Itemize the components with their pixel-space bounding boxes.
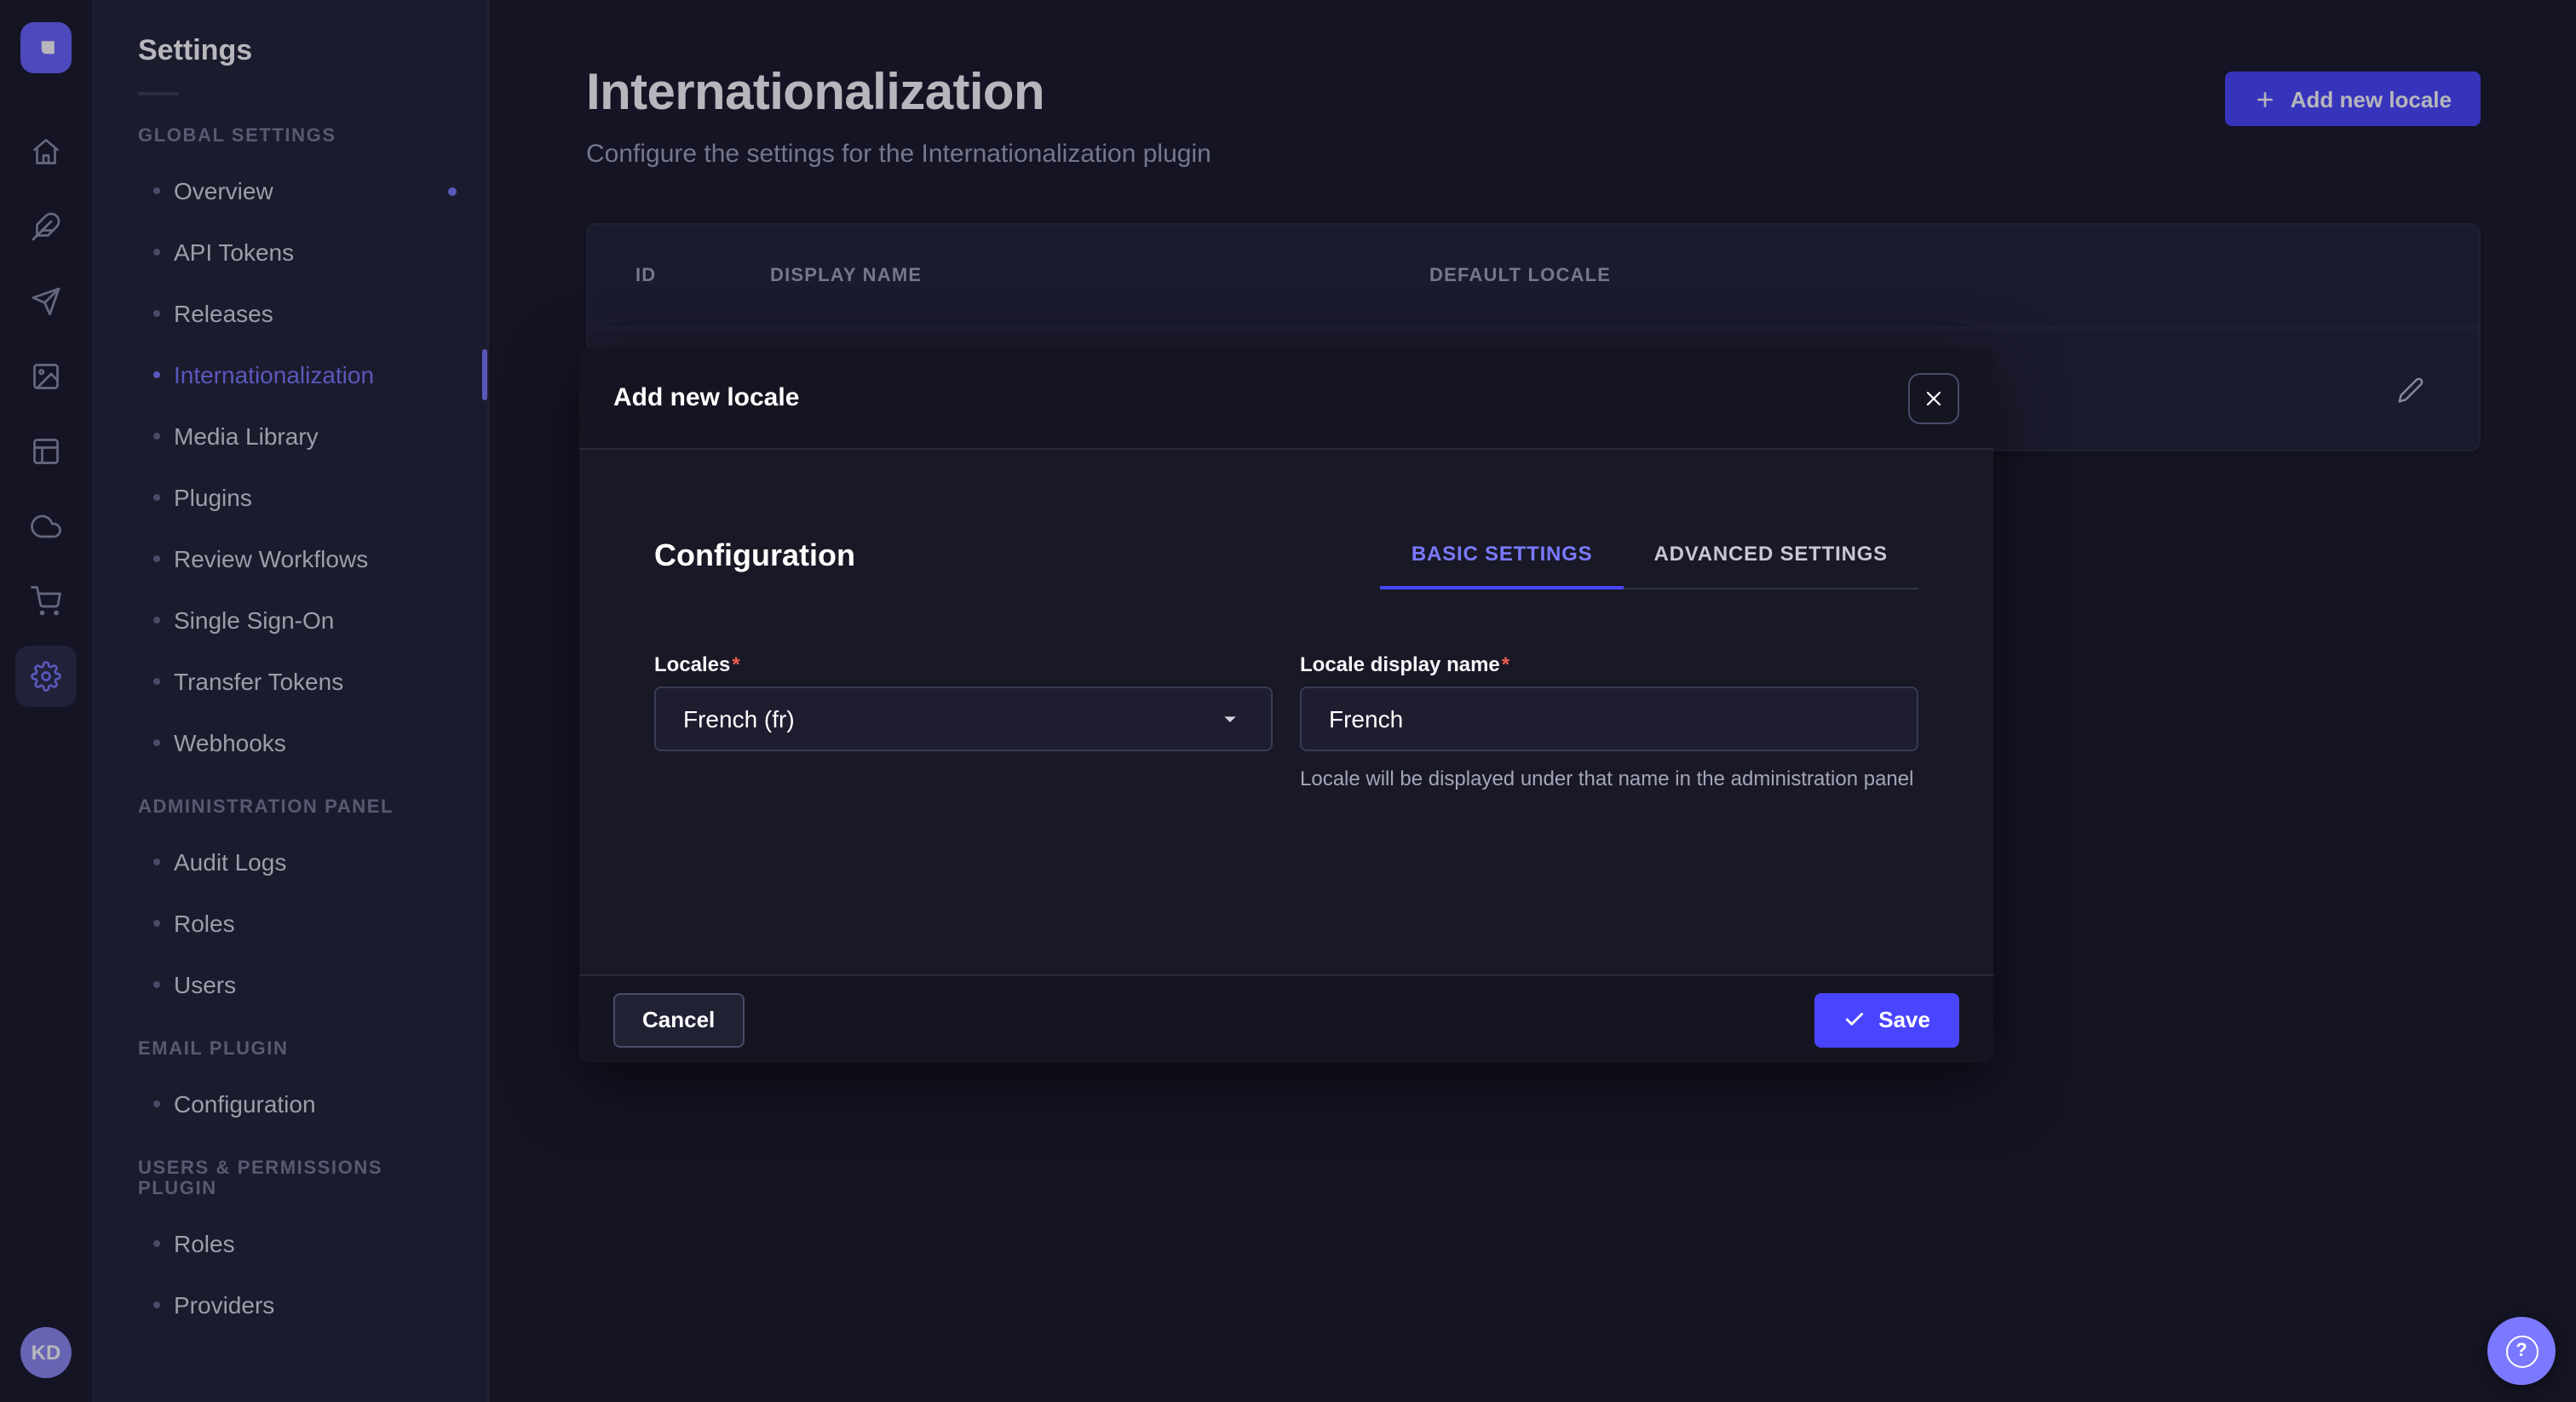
locales-field: Locales* French (fr) xyxy=(654,652,1273,794)
add-locale-modal: Add new locale Configuration BASIC SETTI… xyxy=(579,348,1993,1063)
modal-header: Add new locale xyxy=(579,348,1993,450)
app-window: KD Settings GLOBAL SETTINGS Overview API… xyxy=(0,0,2576,1402)
required-mark: * xyxy=(732,652,739,676)
tab-basic-settings[interactable]: BASIC SETTINGS xyxy=(1381,535,1624,588)
locale-display-name-input[interactable] xyxy=(1300,687,1918,751)
display-name-field: Locale display name* Locale will be disp… xyxy=(1300,652,1918,794)
display-name-hint: Locale will be displayed under that name… xyxy=(1300,765,1918,794)
display-name-label-text: Locale display name xyxy=(1300,652,1500,676)
modal-body: Configuration BASIC SETTINGS ADVANCED SE… xyxy=(579,450,1993,974)
modal-footer: Cancel Save xyxy=(579,974,1993,1063)
save-button[interactable]: Save xyxy=(1814,992,1959,1047)
help-fab-button[interactable]: ? xyxy=(2487,1317,2556,1385)
locales-label-text: Locales xyxy=(654,652,730,676)
modal-body-top: Configuration BASIC SETTINGS ADVANCED SE… xyxy=(654,535,1918,589)
locales-select-value: French (fr) xyxy=(683,705,795,733)
tab-advanced-settings[interactable]: ADVANCED SETTINGS xyxy=(1623,535,1918,588)
locales-label: Locales* xyxy=(654,652,1273,676)
close-modal-button[interactable] xyxy=(1908,372,1959,423)
modal-tabs: BASIC SETTINGS ADVANCED SETTINGS xyxy=(1381,535,1918,589)
modal-title: Add new locale xyxy=(613,383,799,412)
locales-select[interactable]: French (fr) xyxy=(654,687,1273,751)
save-button-label: Save xyxy=(1878,1007,1930,1032)
locale-form: Locales* French (fr) Locale display name… xyxy=(654,652,1918,794)
chevron-down-icon xyxy=(1216,705,1244,733)
required-mark: * xyxy=(1502,652,1509,676)
configuration-heading: Configuration xyxy=(654,535,855,574)
question-mark-icon: ? xyxy=(2505,1335,2538,1367)
close-icon xyxy=(1923,388,1944,408)
display-name-label: Locale display name* xyxy=(1300,652,1918,676)
check-icon xyxy=(1843,1008,1865,1031)
cancel-button[interactable]: Cancel xyxy=(613,992,744,1047)
